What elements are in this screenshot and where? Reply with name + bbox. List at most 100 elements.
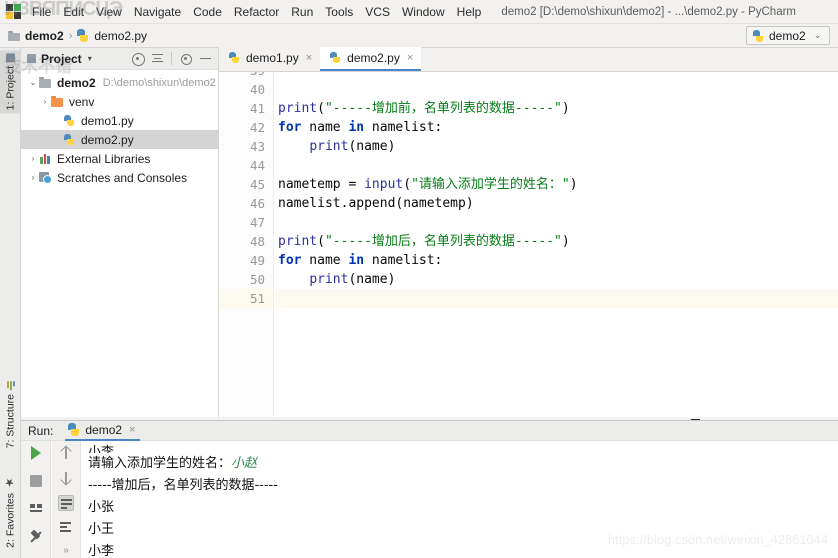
run-configuration-label: demo2 <box>769 28 806 43</box>
code-line[interactable]: namelist.append(nametemp) <box>275 194 838 213</box>
code-token: "-----增加前，名单列表的数据-----" <box>324 101 562 116</box>
console-line: 小王 <box>88 519 838 541</box>
editor-scrollbar[interactable] <box>830 72 838 417</box>
menu-item-help[interactable]: Help <box>451 2 488 22</box>
close-icon[interactable]: × <box>306 52 312 64</box>
menu-item-edit[interactable]: Edit <box>57 2 90 22</box>
code-token: print <box>278 101 318 116</box>
console-line: 小张 <box>88 497 838 519</box>
menu-item-run[interactable]: Run <box>285 2 319 22</box>
code-line[interactable] <box>275 213 838 232</box>
menu-items: File Edit View Navigate Code Refactor Run Tools… <box>26 2 487 22</box>
breadcrumb[interactable]: demo2 › demo2.py <box>8 29 147 43</box>
run-configuration-selector[interactable]: demo2 ⌄ <box>746 26 830 45</box>
collapse-all-icon[interactable] <box>151 52 164 65</box>
line-number: 42 <box>249 120 265 135</box>
close-icon[interactable]: × <box>407 52 413 64</box>
expand-arrow-icon[interactable]: ⌄ <box>27 78 39 87</box>
line-number: 46 <box>249 196 265 211</box>
line-number: 49 <box>249 253 265 268</box>
run-button[interactable] <box>28 445 44 461</box>
tree-item-external-libraries[interactable]: › External Libraries <box>21 149 218 168</box>
gear-icon[interactable] <box>179 52 192 65</box>
code-line[interactable]: for name in namelist: <box>275 118 838 137</box>
console-output[interactable]: 小李 请输入添加学生的姓名：小赵 -----增加后，名单列表的数据----- 小张 小王… <box>82 441 838 558</box>
code-line[interactable]: print("-----增加后，名单列表的数据-----") <box>275 232 838 251</box>
code-token: (name) <box>348 272 396 287</box>
run-tab-demo2[interactable]: demo2 × <box>65 421 140 441</box>
run-tab-label: demo2 <box>85 422 123 437</box>
project-panel-title[interactable]: Project ▾ <box>27 52 92 66</box>
code-editor[interactable]: 39 40 41 42 43 44 45 46 47 48 49 50 51 #3. [append]p… <box>219 72 838 417</box>
tree-item-demo2-py[interactable]: demo2.py <box>21 130 218 149</box>
run-tool-window: Run: demo2 × » 小李 请输入添加学生的姓名：小赵 -----增加后… <box>21 420 838 558</box>
code-line[interactable]: print(name) <box>275 137 838 156</box>
expand-arrow-icon[interactable]: › <box>27 173 39 182</box>
line-number: 44 <box>249 158 265 173</box>
code-line[interactable]: for name in namelist: <box>275 251 838 270</box>
arrow-down-icon[interactable] <box>58 470 74 486</box>
sidebar-item-structure[interactable]: 7: Structure <box>0 378 21 451</box>
menu-item-view[interactable]: View <box>90 2 128 22</box>
sidebar-item-project[interactable]: 1: Project <box>0 50 21 114</box>
console-text: 小张 <box>88 500 115 515</box>
code-token: for <box>278 120 302 135</box>
soft-wrap-toggle[interactable] <box>58 495 74 511</box>
expand-arrow-icon[interactable]: › <box>39 97 51 106</box>
menu-item-code[interactable]: Code <box>187 2 228 22</box>
tree-item-label: demo2 <box>57 75 96 90</box>
close-icon[interactable]: × <box>129 424 135 436</box>
menu-item-tools[interactable]: Tools <box>319 2 359 22</box>
locate-icon[interactable] <box>131 52 145 66</box>
navigation-bar: demo2 › demo2.py demo2 ⌄ <box>0 24 838 48</box>
breadcrumb-item-project[interactable]: demo2 <box>25 29 64 43</box>
editor-tab-demo1-py[interactable]: demo1.py × <box>219 47 321 71</box>
menu-item-refactor[interactable]: Refactor <box>228 2 285 22</box>
stop-button[interactable] <box>28 473 44 489</box>
tree-item-venv[interactable]: › venv <box>21 92 218 111</box>
run-panel-label: Run: <box>28 423 54 438</box>
expand-arrow-icon[interactable]: › <box>27 154 39 163</box>
line-number: 39 <box>250 72 265 80</box>
breadcrumb-item-file[interactable]: demo2.py <box>94 29 147 43</box>
code-token: in <box>348 120 365 135</box>
console-line: 小李 <box>88 442 838 453</box>
scroll-to-end-button[interactable] <box>58 520 74 536</box>
tree-item-demo1-py[interactable]: demo1.py <box>21 111 218 130</box>
code-line[interactable]: nametemp = input("请输入添加学生的姓名：") <box>275 175 838 194</box>
tree-item-path: D:\demo\shixun\demo2 <box>102 76 216 89</box>
sidebar-item-favorites[interactable]: 2: Favorites ★ <box>0 473 21 551</box>
menu-item-window[interactable]: Window <box>396 2 451 22</box>
menu-item-vcs[interactable]: VCS <box>359 2 396 22</box>
window-title: demo2 [D:\demo\shixun\demo2] - ...\demo2… <box>501 5 796 18</box>
code-content[interactable]: #3. [append]print("-----增加前，名单列表的数据-----… <box>275 72 838 417</box>
code-token: ( <box>317 234 325 249</box>
tree-item-scratches-and-consoles[interactable]: › Scratches and Consoles <box>21 168 218 187</box>
console-line: -----增加后，名单列表的数据----- <box>88 475 838 497</box>
chevron-right-icon[interactable]: » <box>63 545 69 556</box>
print-button[interactable] <box>28 501 44 517</box>
arrow-up-icon[interactable] <box>58 445 74 461</box>
code-line[interactable] <box>275 156 838 175</box>
code-token: in <box>348 253 365 268</box>
pin-button[interactable] <box>28 529 44 545</box>
line-number: 50 <box>249 272 265 287</box>
editor-area: demo1.py × demo2.py × 39 40 41 42 43 44 45 46 47 48 4… <box>219 47 838 437</box>
minimize-icon[interactable] <box>199 52 212 65</box>
editor-tab-demo2-py[interactable]: demo2.py × <box>320 47 422 71</box>
menu-item-navigate[interactable]: Navigate <box>128 2 187 22</box>
code-line[interactable]: print(name) <box>275 270 838 289</box>
line-number: 45 <box>249 177 265 192</box>
menu-item-file[interactable]: File <box>26 2 57 22</box>
project-tree: ⌄ demo2 D:\demo\shixun\demo2 › venv demo1.py d… <box>21 70 218 187</box>
tree-item-label: venv <box>69 94 95 109</box>
tree-item-demo2[interactable]: ⌄ demo2 D:\demo\shixun\demo2 <box>21 73 218 92</box>
chevron-down-icon[interactable]: ▾ <box>88 54 92 63</box>
pycharm-logo-icon <box>6 4 21 19</box>
code-line[interactable]: print("-----增加前，名单列表的数据-----") <box>275 99 838 118</box>
tree-item-label: demo1.py <box>81 113 134 128</box>
code-token: namelist: <box>364 253 443 268</box>
code-line[interactable] <box>275 289 838 308</box>
code-line[interactable] <box>275 80 838 99</box>
